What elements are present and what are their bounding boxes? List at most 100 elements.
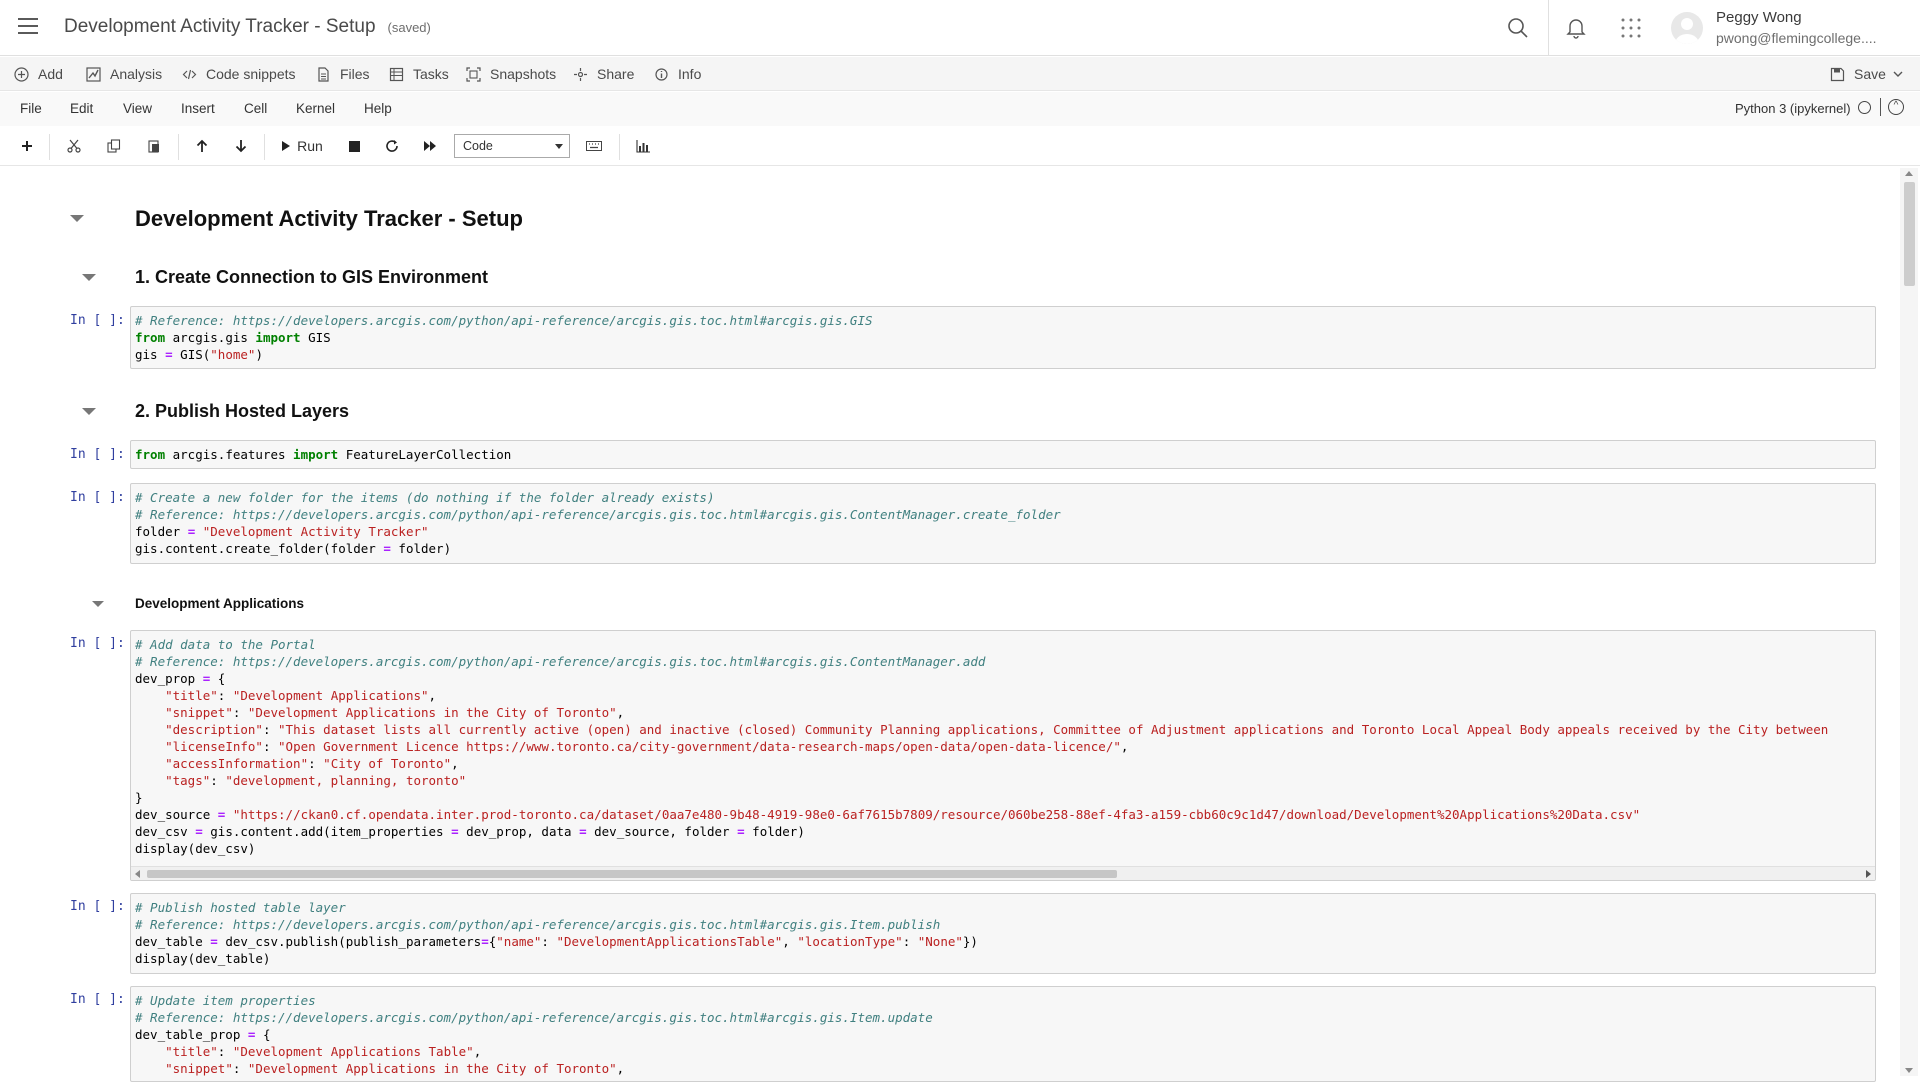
code-cell-source: # Create a new folder for the items (do … <box>135 490 1061 556</box>
chart-button[interactable] <box>632 134 654 158</box>
menu-file[interactable]: File <box>20 101 42 116</box>
info-icon <box>655 67 668 81</box>
interrupt-button[interactable] <box>343 134 365 158</box>
toolbar-divider <box>178 134 179 160</box>
paste-icon <box>148 140 159 153</box>
chevron-down-icon <box>1893 71 1903 77</box>
command-palette-button[interactable] <box>583 134 605 158</box>
restart-button[interactable] <box>381 134 403 158</box>
scrollbar-thumb[interactable] <box>147 870 1117 878</box>
scroll-up-icon[interactable] <box>1905 171 1913 176</box>
code-cell[interactable]: # Add data to the Portal # Reference: ht… <box>130 630 1876 881</box>
menu-insert[interactable]: Insert <box>181 101 215 116</box>
tasks-icon <box>389 67 404 81</box>
snapshot-icon <box>466 66 481 82</box>
kernel-status-icon <box>1858 101 1871 114</box>
save-button[interactable]: Save <box>1830 66 1903 82</box>
collapse-heading-icon[interactable] <box>82 408 96 415</box>
share-button[interactable]: Share <box>573 66 634 82</box>
code-cell[interactable]: # Create a new folder for the items (do … <box>130 483 1876 564</box>
code-snippets-button[interactable]: Code snippets <box>182 66 296 82</box>
cell-prompt: In [ ]: <box>70 636 125 651</box>
scroll-down-icon[interactable] <box>1905 1068 1913 1073</box>
plus-circle-icon <box>14 66 29 82</box>
arrow-up-icon <box>196 139 208 152</box>
files-button[interactable]: Files <box>316 66 370 82</box>
page-title: Development Activity Tracker - Setup (sav… <box>64 16 431 38</box>
user-email: pwong@flemingcollege.... <box>1716 30 1877 46</box>
code-cell[interactable]: # Publish hosted table layer # Reference… <box>130 893 1876 974</box>
header-divider <box>1548 0 1549 56</box>
move-up-button[interactable] <box>191 134 213 158</box>
paste-button[interactable] <box>143 134 165 158</box>
subsection-heading: Development Applications <box>135 596 305 611</box>
scissors-icon <box>67 139 81 153</box>
analysis-button[interactable]: Analysis <box>86 66 162 82</box>
refresh-icon <box>386 140 398 152</box>
cell-prompt: In [ ]: <box>70 313 125 328</box>
move-down-button[interactable] <box>230 134 252 158</box>
cell-type-select[interactable]: Code <box>454 134 570 158</box>
section-heading-1: 1. Create Connection to GIS Environment <box>135 267 489 287</box>
notebook-heading: Development Activity Tracker - Setup <box>135 206 523 231</box>
play-icon <box>282 141 291 151</box>
toolbar-divider <box>49 134 50 160</box>
code-cell[interactable]: from arcgis.features import FeatureLayer… <box>130 440 1876 469</box>
cell-prompt: In [ ]: <box>70 992 125 1007</box>
vertical-scrollbar[interactable] <box>1900 168 1918 1076</box>
code-cell-source: from arcgis.features import FeatureLayer… <box>135 447 512 462</box>
analysis-icon <box>86 66 101 82</box>
section-heading-2: 2. Publish Hosted Layers <box>135 401 350 421</box>
collapse-header-icon[interactable]: ^ <box>1888 99 1904 115</box>
hamburger-menu-icon[interactable] <box>18 18 38 36</box>
toolbar-divider <box>619 134 620 160</box>
notebook-toolbar: Run <box>0 126 1920 166</box>
code-cell-source: # Update item properties # Reference: ht… <box>135 993 933 1076</box>
code-icon <box>182 69 197 79</box>
save-icon <box>1830 67 1845 81</box>
cell-prompt: In [ ]: <box>70 490 125 505</box>
search-icon[interactable] <box>1502 12 1534 44</box>
avatar[interactable] <box>1671 12 1703 44</box>
info-button[interactable]: Info <box>654 66 701 82</box>
scroll-left-icon[interactable] <box>135 870 140 878</box>
menu-edit[interactable]: Edit <box>70 101 93 116</box>
saved-status: (saved) <box>387 20 431 35</box>
scrollbar-thumb[interactable] <box>1904 182 1915 286</box>
tasks-button[interactable]: Tasks <box>389 66 449 82</box>
run-button[interactable]: Run <box>278 134 326 158</box>
restart-run-all-button[interactable] <box>419 134 441 158</box>
cut-button[interactable] <box>63 134 85 158</box>
collapse-heading-icon[interactable] <box>70 215 84 222</box>
kernel-divider <box>1880 98 1881 116</box>
kernel-name[interactable]: Python 3 (ipykernel) <box>1735 101 1851 116</box>
code-cell[interactable]: # Update item properties # Reference: ht… <box>130 986 1876 1082</box>
code-cell[interactable]: # Reference: https://developers.arcgis.c… <box>130 306 1876 369</box>
app-header: Development Activity Tracker - Setup (sav… <box>0 0 1920 56</box>
snapshots-button[interactable]: Snapshots <box>466 66 556 82</box>
chevron-down-icon <box>555 144 563 149</box>
arrow-down-icon <box>235 140 247 153</box>
menu-kernel[interactable]: Kernel <box>296 101 335 116</box>
bar-chart-icon <box>636 139 650 153</box>
copy-button[interactable] <box>103 134 125 158</box>
arcgis-toolbar: Add Analysis Code snippets Files Tasks S… <box>0 57 1920 91</box>
scroll-right-icon[interactable] <box>1866 870 1871 878</box>
bell-icon[interactable] <box>1560 12 1592 44</box>
add-button[interactable]: Add <box>14 66 63 82</box>
horizontal-scrollbar[interactable] <box>131 866 1875 880</box>
app-launcher-icon[interactable] <box>1615 12 1647 44</box>
keyboard-icon <box>586 141 602 151</box>
menu-view[interactable]: View <box>123 101 152 116</box>
user-name[interactable]: Peggy Wong <box>1716 9 1802 26</box>
notebook-name[interactable]: Development Activity Tracker - Setup <box>64 16 376 37</box>
menu-help[interactable]: Help <box>364 101 392 116</box>
code-cell-source: # Reference: https://developers.arcgis.c… <box>135 313 873 362</box>
stop-icon <box>348 140 360 152</box>
insert-cell-button[interactable] <box>16 134 38 158</box>
menu-cell[interactable]: Cell <box>244 101 267 116</box>
collapse-heading-icon[interactable] <box>92 601 104 607</box>
fast-forward-icon <box>424 141 436 151</box>
collapse-heading-icon[interactable] <box>82 274 96 281</box>
plus-icon <box>22 141 32 151</box>
